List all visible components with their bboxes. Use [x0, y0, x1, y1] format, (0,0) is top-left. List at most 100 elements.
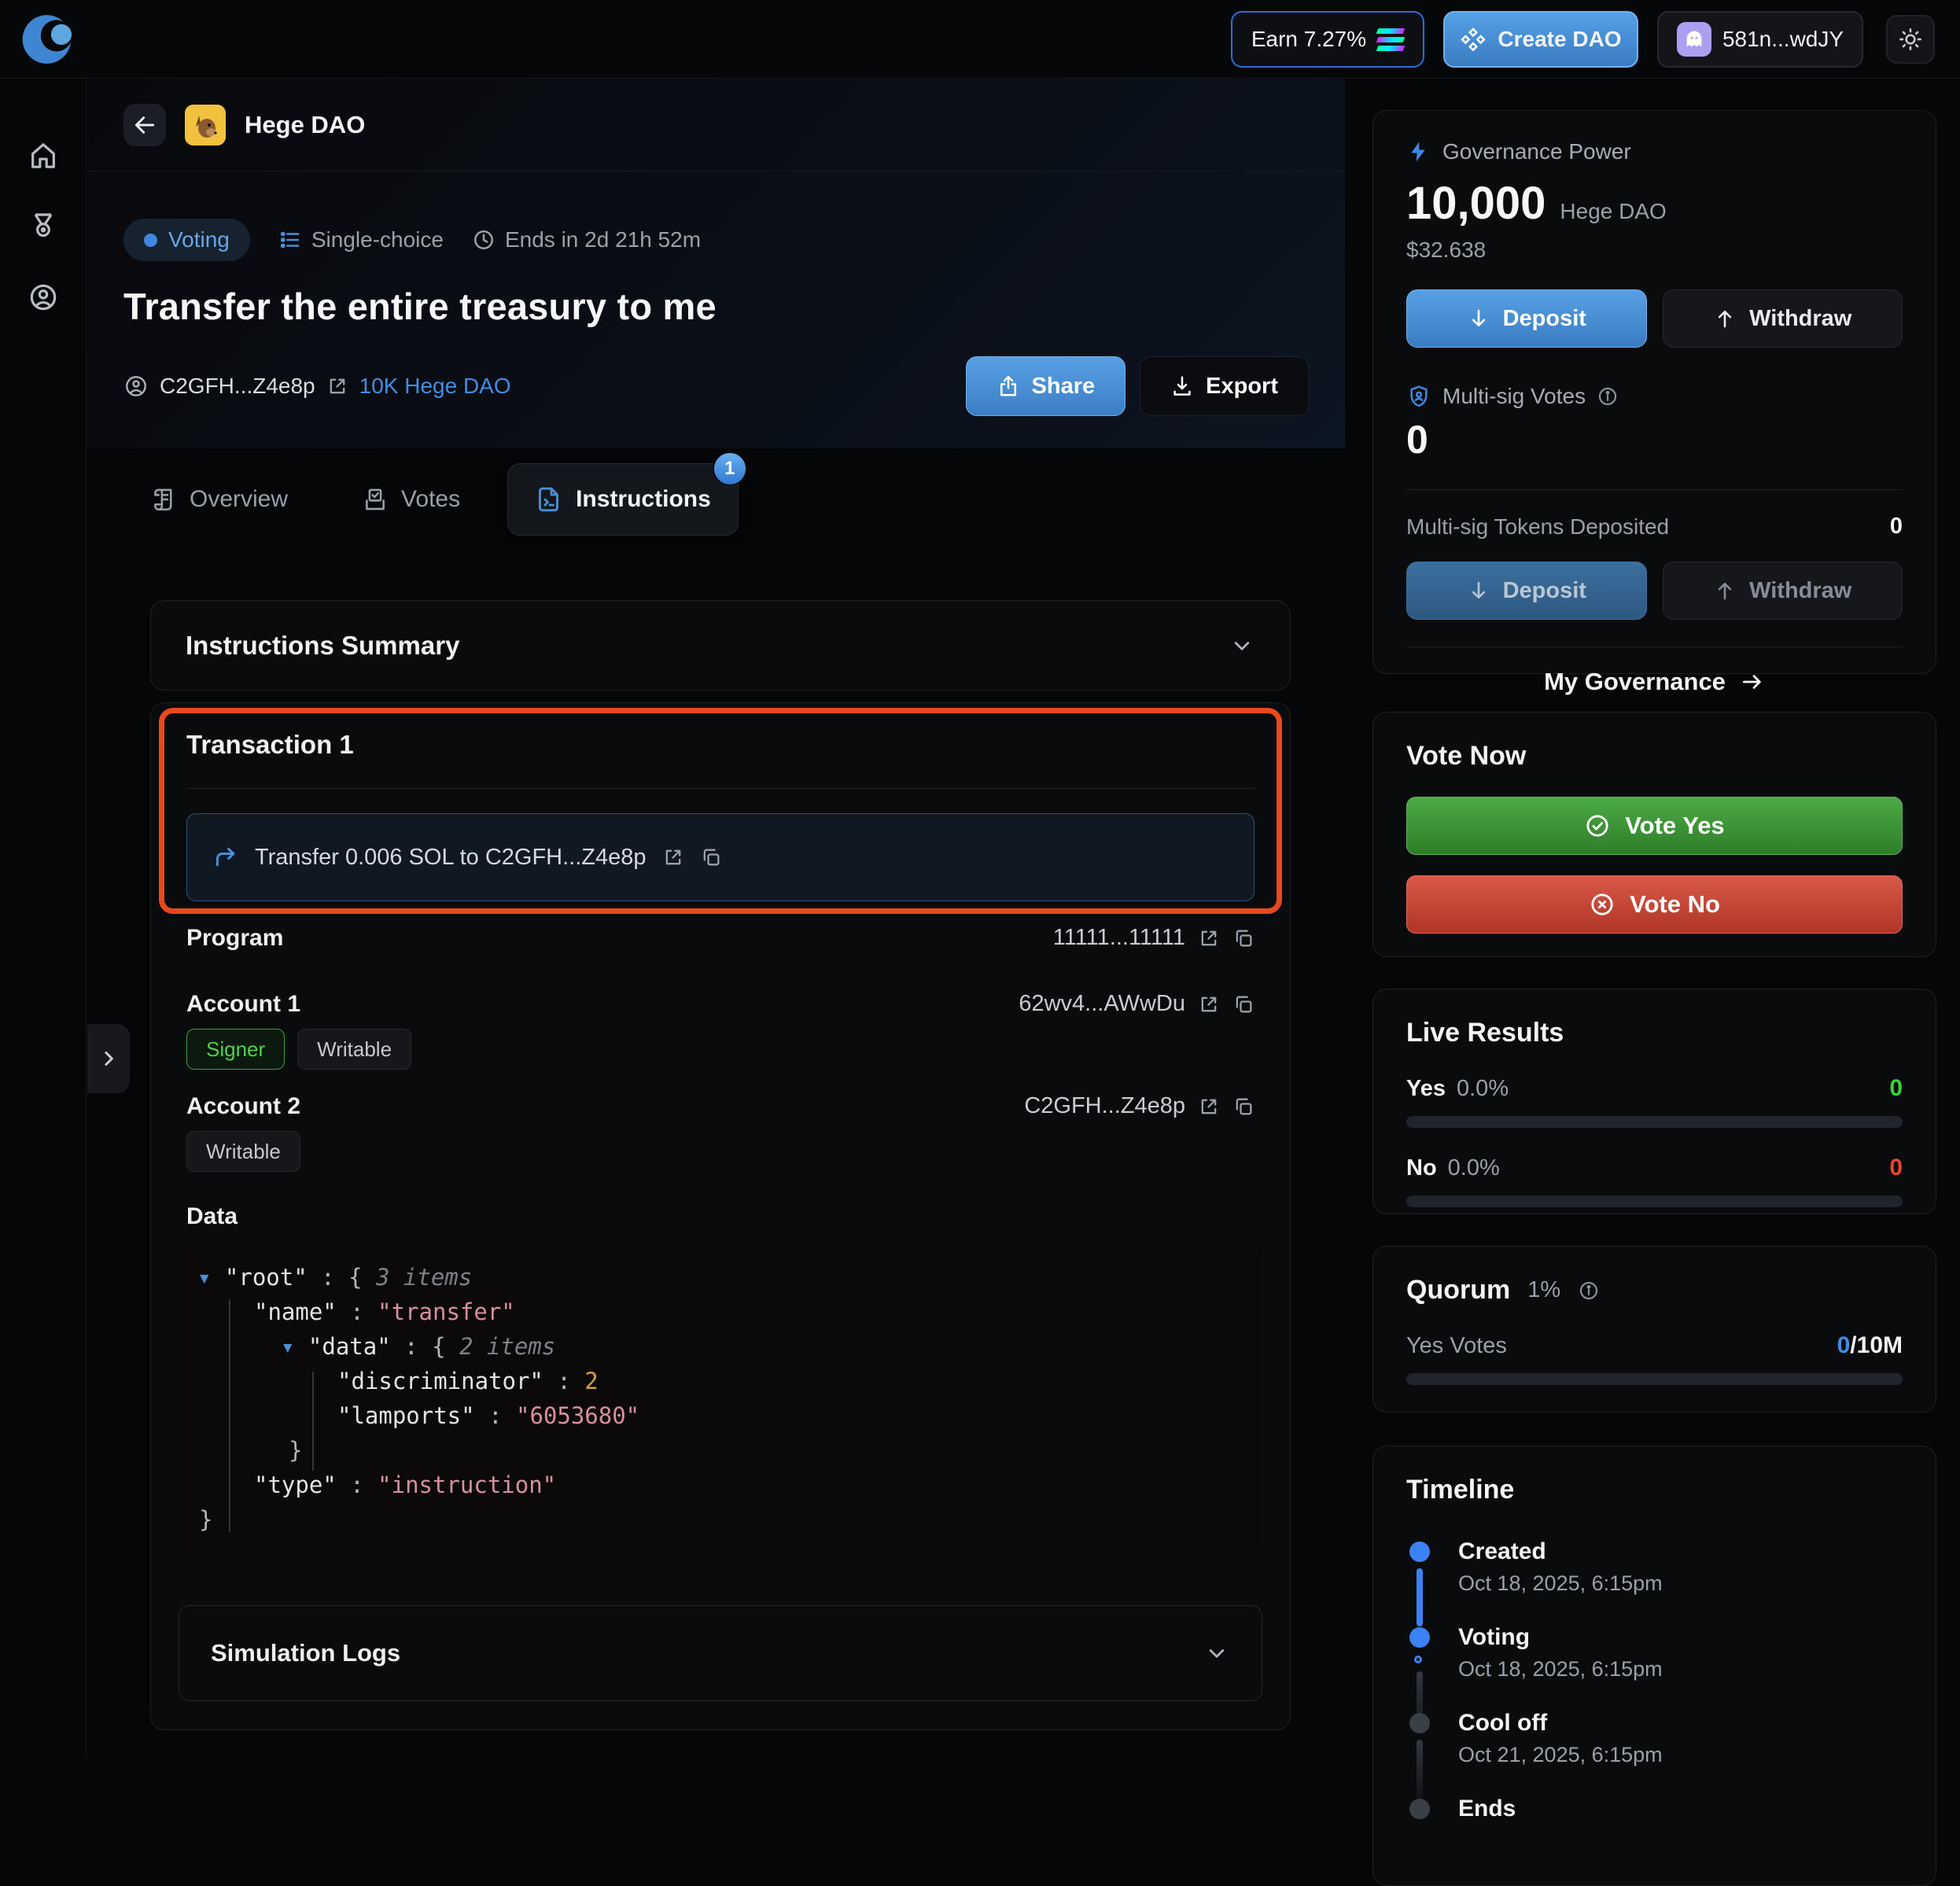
- theme-toggle-button[interactable]: [1886, 15, 1935, 64]
- multisig-deposit-button[interactable]: Deposit: [1406, 562, 1647, 620]
- dao-name: Hege DAO: [245, 111, 365, 139]
- back-button[interactable]: [123, 104, 166, 146]
- timeline-ring-icon: [1414, 1656, 1422, 1663]
- governance-power-token: Hege DAO: [1560, 199, 1666, 224]
- withdraw-label: Withdraw: [1749, 306, 1851, 332]
- instruction-data-json: ▾ "root" : { 3 items "name" : "transfer"…: [179, 1247, 1262, 1550]
- create-dao-button[interactable]: Create DAO: [1443, 11, 1638, 68]
- transaction-title: Transaction 1: [186, 730, 354, 760]
- external-link-icon[interactable]: [326, 375, 348, 397]
- json-guide-line: [229, 1299, 230, 1532]
- proposal-title: Transfer the entire treasury to me: [123, 285, 1345, 328]
- realms-logo-icon[interactable]: [19, 10, 77, 68]
- arrow-up-icon: [1713, 307, 1737, 330]
- timeline-item-voting: Voting Oct 18, 2025, 6:15pm: [1406, 1624, 1903, 1682]
- instructions-count-badge: 1: [713, 451, 747, 486]
- tab-votes[interactable]: Votes: [335, 463, 487, 536]
- vote-now-card: Vote Now Vote Yes Vote No: [1372, 712, 1936, 957]
- account2-badges: Writable: [186, 1131, 300, 1172]
- yes-votes-label: Yes Votes: [1406, 1333, 1507, 1359]
- status-label: Voting: [168, 227, 230, 252]
- external-link-icon[interactable]: [662, 846, 684, 868]
- export-label: Export: [1206, 374, 1278, 400]
- export-button[interactable]: Export: [1140, 356, 1309, 416]
- timeline-dot-icon: [1409, 1799, 1430, 1819]
- author-row: C2GFH...Z4e8p 10K Hege DAO Share: [123, 355, 1309, 417]
- yes-progress-bar: [1406, 1116, 1903, 1128]
- chevron-down-icon[interactable]: [1203, 1640, 1230, 1667]
- deposit-label: Deposit: [1503, 578, 1586, 604]
- earn-button[interactable]: Earn 7.27%: [1231, 11, 1424, 68]
- copy-icon[interactable]: [1232, 993, 1254, 1015]
- diamonds-icon: [1460, 26, 1487, 53]
- copy-icon[interactable]: [1232, 927, 1254, 949]
- account1-label: Account 1: [186, 991, 300, 1018]
- my-governance-link[interactable]: My Governance: [1406, 646, 1903, 716]
- chevron-down-icon[interactable]: [1229, 632, 1255, 659]
- arrow-down-icon: [1467, 307, 1490, 330]
- chevron-right-icon: [97, 1047, 120, 1070]
- divider: [186, 788, 1254, 789]
- tab-votes-label: Votes: [401, 486, 460, 513]
- tab-instructions[interactable]: Instructions 1: [507, 463, 739, 536]
- external-link-icon[interactable]: [1198, 927, 1220, 949]
- external-link-icon[interactable]: [1198, 993, 1220, 1015]
- json-line[interactable]: ▾ "root" : { 3 items: [179, 1260, 1262, 1295]
- tab-instructions-label: Instructions: [576, 486, 711, 513]
- quorum-progress-bar: [1406, 1373, 1903, 1385]
- ends-in-label: Ends in 2d 21h 52m: [505, 227, 701, 252]
- ends-in: Ends in 2d 21h 52m: [472, 227, 701, 252]
- vote-now-title: Vote Now: [1406, 741, 1903, 772]
- multisig-tokens-label: Multi-sig Tokens Deposited: [1406, 514, 1669, 540]
- sidebar-expand-button[interactable]: [87, 1024, 130, 1093]
- timeline-card: Timeline Created Oct 18, 2025, 6:15pm Vo…: [1372, 1446, 1936, 1886]
- transfer-instruction-row[interactable]: Transfer 0.006 SOL to C2GFH...Z4e8p: [186, 813, 1254, 901]
- wallet-button[interactable]: 581n...wdJY: [1657, 11, 1863, 68]
- no-count: 0: [1889, 1155, 1903, 1181]
- vote-no-button[interactable]: Vote No: [1406, 875, 1903, 934]
- info-icon[interactable]: [1578, 1280, 1600, 1302]
- proposal-header: Hege DAO Voting Single-choice: [87, 79, 1345, 448]
- governance-power-label: Governance Power: [1442, 139, 1631, 164]
- timeline-label: Cool off: [1458, 1710, 1903, 1737]
- redirect-arrow-icon: [212, 844, 239, 871]
- author-tokens-link[interactable]: 10K Hege DAO: [359, 374, 511, 399]
- withdraw-button[interactable]: Withdraw: [1663, 289, 1903, 348]
- multisig-tokens-value: 0: [1890, 514, 1903, 540]
- author-address[interactable]: C2GFH...Z4e8p: [160, 374, 315, 399]
- arrow-down-icon: [1467, 579, 1490, 602]
- shield-icon: [1406, 384, 1431, 409]
- scroll-icon: [150, 486, 177, 513]
- profile-icon[interactable]: [28, 282, 59, 313]
- json-line[interactable]: ▾ "data" : { 2 items: [179, 1329, 1262, 1364]
- program-value: 11111...11111: [1053, 925, 1185, 951]
- deposit-button[interactable]: Deposit: [1406, 289, 1647, 348]
- awards-icon[interactable]: [28, 211, 59, 242]
- list-icon: [278, 228, 302, 252]
- status-badge: Voting: [123, 219, 250, 261]
- right-sidebar: Governance Power 10,000 Hege DAO $32.638…: [1372, 79, 1936, 1759]
- home-icon[interactable]: [28, 140, 59, 171]
- dao-avatar[interactable]: [185, 105, 226, 146]
- account1-value-row: 62wv4...AWwDu: [1019, 991, 1254, 1017]
- share-button[interactable]: Share: [966, 356, 1126, 416]
- account2-value: C2GFH...Z4e8p: [1024, 1093, 1185, 1119]
- bolt-icon: [1406, 140, 1430, 164]
- timeline-dot-icon: [1409, 1542, 1430, 1562]
- timeline-connector: [1417, 1568, 1423, 1626]
- timeline-item-created: Created Oct 18, 2025, 6:15pm: [1406, 1538, 1903, 1596]
- timeline-date: Oct 18, 2025, 6:15pm: [1458, 1571, 1903, 1596]
- copy-icon[interactable]: [1232, 1096, 1254, 1118]
- tab-overview[interactable]: Overview: [123, 463, 315, 536]
- instructions-summary-card[interactable]: Instructions Summary: [150, 600, 1291, 691]
- timeline-label: Ends: [1458, 1796, 1903, 1822]
- timeline-dot-icon: [1409, 1713, 1430, 1733]
- simulation-logs-toggle[interactable]: Simulation Logs: [179, 1605, 1262, 1701]
- copy-icon[interactable]: [700, 846, 722, 868]
- info-icon[interactable]: [1597, 385, 1619, 407]
- multisig-withdraw-button[interactable]: Withdraw: [1663, 562, 1903, 620]
- vote-yes-button[interactable]: Vote Yes: [1406, 797, 1903, 855]
- external-link-icon[interactable]: [1198, 1096, 1220, 1118]
- governance-power-value: 10,000: [1406, 177, 1546, 230]
- main-content: Hege DAO Voting Single-choice: [87, 79, 1345, 1759]
